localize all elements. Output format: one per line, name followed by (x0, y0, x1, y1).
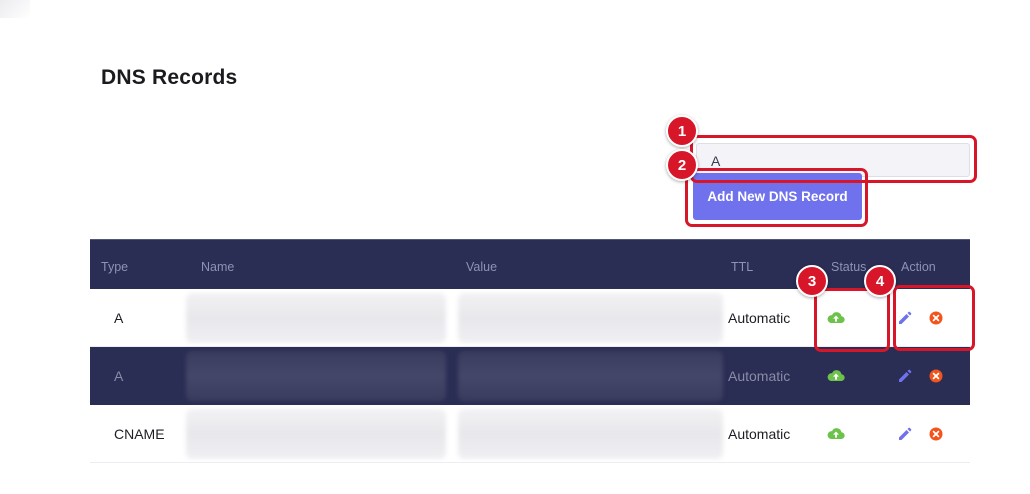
table-header: Type Name Value TTL Status Action (90, 239, 970, 289)
column-header-value: Value (466, 260, 498, 274)
cloud-upload-icon[interactable] (827, 405, 845, 462)
annotation-marker-4: 4 (864, 265, 896, 297)
column-header-action: Action (901, 260, 936, 274)
annotation-marker-3: 3 (796, 265, 828, 297)
cloud-upload-icon[interactable] (827, 347, 845, 405)
window-corner (0, 0, 30, 18)
redacted-name (186, 409, 446, 459)
redacted-value (458, 351, 723, 401)
delete-icon[interactable] (929, 347, 943, 405)
redacted-name (186, 351, 446, 401)
page-title: DNS Records (101, 66, 238, 89)
delete-icon[interactable] (929, 405, 943, 462)
annotation-marker-1: 1 (666, 115, 698, 147)
callout-box-2 (685, 168, 868, 227)
column-header-name: Name (201, 260, 235, 274)
column-header-status: Status (831, 260, 867, 274)
table-row: CNAME Automatic (90, 405, 970, 463)
redacted-value (458, 293, 723, 343)
record-ttl: Automatic (728, 425, 791, 442)
column-header-type: Type (101, 260, 129, 274)
redacted-value (458, 409, 723, 459)
record-type: CNAME (114, 425, 165, 442)
record-ttl: Automatic (728, 368, 791, 384)
record-ttl: Automatic (728, 309, 791, 326)
callout-box-3 (814, 288, 890, 352)
callout-box-4 (893, 285, 975, 351)
annotation-marker-2: 2 (666, 149, 698, 181)
table-row: A Automatic (90, 347, 970, 405)
redacted-name (186, 293, 446, 343)
record-type: A (114, 368, 124, 384)
record-type: A (114, 309, 124, 326)
edit-icon[interactable] (898, 405, 912, 462)
edit-icon[interactable] (898, 347, 912, 405)
column-header-ttl: TTL (731, 260, 754, 274)
